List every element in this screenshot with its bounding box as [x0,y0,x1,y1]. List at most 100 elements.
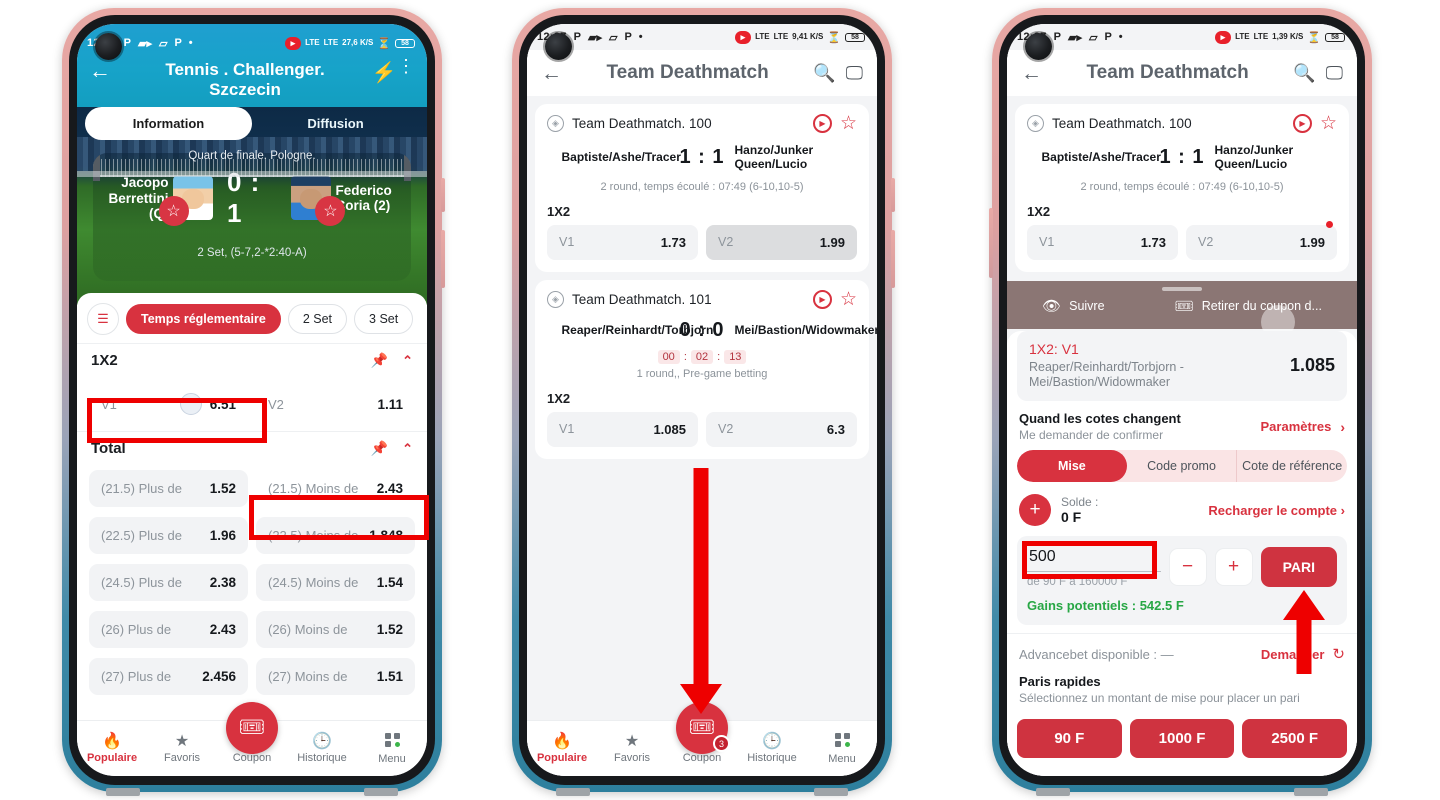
kebab-icon[interactable]: ⋮ [397,57,415,74]
favorite-star-icon[interactable]: ☆ [840,290,857,309]
quick-bet-1000[interactable]: 1000 F [1129,719,1235,758]
coupon-fab-button[interactable]: 🎟 [226,702,278,754]
lightning-icon[interactable]: ⚡ [371,60,397,85]
odd-v1[interactable]: V1 1.73 [547,224,698,260]
odd-under[interactable]: (21.5) Moins de 2.43 [256,470,415,508]
nav-menu[interactable]: Menu [357,732,427,765]
event-card[interactable]: ◈ Team Deathmatch. 100 ▶ ☆ Baptiste/Ashe… [535,104,869,272]
signal-icon-1: LTE [1235,31,1250,41]
favorite-star-left-icon[interactable]: ☆ [158,196,189,227]
back-arrow-icon[interactable]: ← [541,63,562,84]
quick-bet-90[interactable]: 90 F [1017,719,1122,758]
chevron-up-icon[interactable]: ⌃ [402,441,413,457]
ticket-icon: 🎟 [238,716,266,739]
segment-cote-reference[interactable]: Cote de référence [1236,450,1347,482]
favorite-star-right-icon[interactable]: ☆ [315,196,346,227]
segment-mise[interactable]: Mise [1017,450,1127,482]
nav-historique[interactable]: 🕒 Historique [737,733,807,764]
event-name: Team Deathmatch. 100 [1052,116,1192,131]
play-icon[interactable]: ▶ [1292,114,1312,133]
pin-icon[interactable]: 📌 [371,352,388,369]
follow-action[interactable]: 👁 Suivre [1042,297,1104,315]
remove-from-coupon-action[interactable]: 🎟 Retirer du coupon d... [1175,297,1322,315]
nav-populaire[interactable]: 🔥 Populaire [527,733,597,764]
odd-label: (22.5) Plus de [101,528,182,544]
odd-v2[interactable]: V2 1.11 [256,382,415,427]
odd-label: V1 [559,235,575,250]
market-header-1x2[interactable]: 1X2 📌 ⌃ [77,343,427,377]
market-label: 1X2 [547,390,571,406]
nav-favoris[interactable]: ★ Favoris [597,733,667,764]
signal-icon-2: LTE [1253,31,1269,41]
video-icon[interactable]: 🖵 [1326,63,1343,84]
countdown-hours: 00 [657,349,680,364]
quick-bet-2500[interactable]: 2500 F [1242,719,1348,758]
stake-decrement-button[interactable]: − [1168,548,1207,586]
favorite-star-icon[interactable]: ☆ [1320,114,1337,133]
player-right-avatar: ☆ [291,176,346,227]
tab-information[interactable]: Information [85,107,252,141]
event-card[interactable]: ◈ Team Deathmatch. 100 ▶ ☆ Baptiste/Ashe… [1015,104,1349,272]
play-icon[interactable]: ▶ [812,289,832,309]
phone2-status-bar: 12:27 P ▰▸ ▱ P • ▸ LTE LTE 9,41 K/S [527,24,877,50]
event-card[interactable]: ◈ Team Deathmatch. 101 ▶ ☆ Reaper/Reinha… [535,279,877,459]
countdown-sep: : [717,350,721,363]
odd-over[interactable]: (27) Plus de 2.456 [89,658,248,696]
odds-change-setting[interactable]: Quand les cotes changent Me demander de … [1007,401,1357,450]
favorite-star-icon[interactable]: ☆ [840,114,857,133]
odd-over[interactable]: (22.5) Plus de 1.96 [89,517,248,555]
odd-under[interactable]: (26) Moins de 1.52 [256,611,415,649]
filter-3-set[interactable]: 3 Set [354,304,414,335]
odd-v1[interactable]: V1 1.73 [1027,224,1178,260]
odd-over[interactable]: (24.5) Plus de 2.38 [89,564,248,602]
odd-v1[interactable]: V1 1.085 [547,411,698,447]
clock-icon: 🕒 [312,732,332,750]
place-bet-button[interactable]: PARI [1260,547,1337,587]
odd-v1[interactable]: V1 6.51 [89,382,248,427]
filter-temps-reglementaire[interactable]: Temps réglementaire [126,304,281,335]
odd-under[interactable]: (24.5) Moins de 1.54 [256,564,415,602]
video-icon[interactable]: 🖵 [846,63,863,84]
recharge-account-link[interactable]: Recharger le compte › [1208,503,1345,518]
screenshot-canvas: 12:27 P ▰▸ ▱ P • ▸ LTE LTE 27,6 K/S [0,0,1440,800]
nav-historique[interactable]: 🕒 Historique [287,732,357,764]
odd-under[interactable]: (22.5) Moins de 1.848 [256,517,415,555]
odd-v2[interactable]: V2 6.3 [706,411,857,447]
odd-v2[interactable]: V2 1.99 [1186,220,1337,260]
odd-over[interactable]: (26) Plus de 2.43 [89,611,248,649]
chevron-up-icon[interactable]: ⌃ [402,353,413,369]
nav-menu[interactable]: Menu [807,732,877,765]
refresh-icon[interactable]: ↻ [1332,645,1345,663]
tab-diffusion[interactable]: Diffusion [252,107,419,140]
phone1-bezel: 12:27 P ▰▸ ▱ P • ▸ LTE LTE 27,6 K/S [69,15,435,785]
nav-label: Favoris [163,751,201,764]
market-header-total[interactable]: Total 📌 ⌃ [77,431,427,465]
settings-link[interactable]: Paramètres [1261,419,1332,434]
filter-2-set[interactable]: 2 Set [287,304,348,335]
back-arrow-icon[interactable]: ← [89,60,119,82]
event-teams: Baptiste/Ashe/Tracer 1 : 1 Hanzo/Junker … [1027,143,1337,172]
selection-card[interactable]: 1X2: V1 Reaper/Reinhardt/Torbjorn - Mei/… [1017,330,1347,401]
countdown-seconds: 13 [724,349,747,364]
nav-populaire[interactable]: 🔥 Populaire [77,733,147,764]
phone3-status-bar: 12:27 P ▰▸ ▱ P • ▸ LTE LTE 1,39 K/S [1007,24,1357,50]
odd-under[interactable]: (27) Moins de 1.51 [256,658,415,696]
odd-over[interactable]: (21.5) Plus de 1.52 [89,470,248,508]
search-icon[interactable]: 🔍 [813,63,835,84]
add-funds-icon[interactable]: + [1019,494,1051,526]
pin-icon[interactable]: 📌 [371,440,388,457]
stake-input-wrapper[interactable]: 500 de 90 F à 160000 F [1027,546,1161,588]
stake-input[interactable]: 500 [1027,546,1161,572]
search-icon[interactable]: 🔍 [1293,63,1315,84]
odd-v2[interactable]: V2 1.99 [706,224,857,260]
stake-increment-button[interactable]: + [1214,548,1253,586]
play-icon[interactable]: ▶ [812,114,832,133]
drag-handle[interactable] [1162,286,1202,291]
segment-code-promo[interactable]: Code promo [1127,450,1237,482]
back-arrow-icon[interactable]: ← [1021,63,1042,84]
phone-mockup-3: 12:27 P ▰▸ ▱ P • ▸ LTE LTE 1,39 K/S [989,8,1372,796]
list-view-icon[interactable]: ☰ [87,303,119,336]
nav-favoris[interactable]: ★ Favoris [147,732,217,764]
star-icon: ★ [174,732,190,750]
screen-record-icon: ▸ [284,36,302,50]
